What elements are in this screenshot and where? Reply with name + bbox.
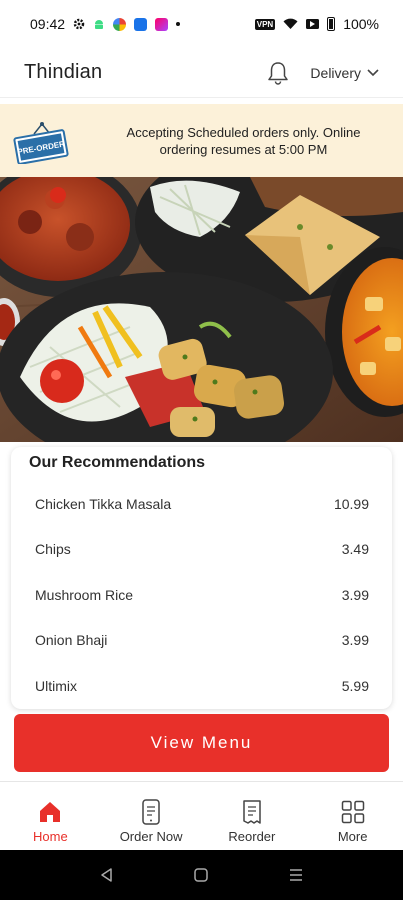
banner-message: Accepting Scheduled orders only. Online … — [126, 124, 361, 157]
nav-more-label: More — [337, 829, 368, 844]
view-menu-button[interactable]: View Menu — [14, 714, 389, 772]
receipt-icon — [239, 799, 265, 825]
grid-icon — [340, 799, 366, 825]
nav-reorder[interactable]: Reorder — [202, 782, 303, 850]
home-icon — [37, 799, 63, 825]
wifi-icon — [283, 18, 298, 29]
battery-level: 100% — [343, 16, 379, 32]
signal-icon — [306, 19, 320, 29]
item-name: Chips — [35, 541, 71, 558]
bottom-nav: Home Order Now Reorder More — [0, 781, 403, 850]
delivery-mode-label: Delivery — [310, 64, 361, 81]
hero-food-image — [0, 177, 403, 442]
item-price: 3.99 — [341, 632, 369, 649]
item-name: Onion Bhaji — [35, 632, 108, 649]
system-navigation-bar — [0, 850, 403, 900]
home-button-icon[interactable] — [193, 867, 209, 883]
item-name: Chicken Tikka Masala — [35, 495, 172, 512]
item-price: 10.99 — [333, 495, 369, 512]
battery-icon — [327, 17, 336, 31]
messaging-app-icon — [134, 17, 148, 31]
recommendation-item[interactable]: Mushroom Rice 3.99 — [11, 572, 392, 618]
status-right: VPN 100% — [254, 16, 379, 32]
back-icon[interactable] — [99, 867, 115, 883]
recommendation-item[interactable]: Onion Bhaji 3.99 — [11, 618, 392, 664]
chevron-down-icon — [367, 68, 379, 76]
settings-icon — [73, 18, 85, 30]
item-name: Ultimix — [35, 677, 77, 694]
recommendation-item[interactable]: Chicken Tikka Masala 10.99 — [11, 481, 392, 527]
nav-order-now-label: Order Now — [119, 829, 183, 844]
header-actions: Delivery — [266, 60, 379, 86]
preorder-sign-icon: PRE-ORDER — [13, 122, 69, 164]
nav-home-label: Home — [33, 829, 68, 844]
item-price: 3.99 — [341, 586, 369, 603]
bell-icon — [268, 61, 289, 85]
more-notifications-dot — [176, 22, 181, 26]
nav-home[interactable]: Home — [0, 782, 101, 850]
recommendations-card: Our Recommendations Chicken Tikka Masala… — [11, 447, 392, 709]
restaurant-name: Thindian — [24, 61, 103, 83]
item-name: Mushroom Rice — [35, 586, 134, 603]
status-bar: 09:42 VPN 100% — [0, 0, 403, 48]
preorder-banner: PRE-ORDER Accepting Scheduled orders onl… — [0, 104, 403, 177]
nav-more[interactable]: More — [302, 782, 403, 850]
recommendations-title: Our Recommendations — [29, 454, 206, 471]
app-notification-icon — [113, 17, 127, 31]
status-time: 09:42 — [30, 16, 66, 32]
gallery-app-icon — [155, 17, 169, 31]
vpn-icon: VPN — [254, 18, 276, 30]
status-left: 09:42 — [30, 16, 181, 32]
delivery-mode-selector[interactable]: Delivery — [310, 65, 379, 81]
phone-order-icon — [138, 799, 164, 825]
notifications-button[interactable] — [266, 60, 290, 86]
nav-order-now[interactable]: Order Now — [101, 782, 202, 850]
item-price: 5.99 — [341, 677, 369, 694]
recents-icon[interactable] — [288, 867, 304, 883]
app-header: Thindian Delivery — [0, 48, 403, 98]
recommendation-item[interactable]: Ultimix 5.99 — [11, 663, 392, 709]
recommendation-item[interactable]: Chips 3.49 — [11, 527, 392, 573]
android-icon — [95, 20, 104, 29]
item-price: 3.49 — [341, 541, 369, 558]
recommendations-list: Chicken Tikka Masala 10.99 Chips 3.49 Mu… — [11, 481, 392, 709]
nav-reorder-label: Reorder — [228, 829, 276, 844]
